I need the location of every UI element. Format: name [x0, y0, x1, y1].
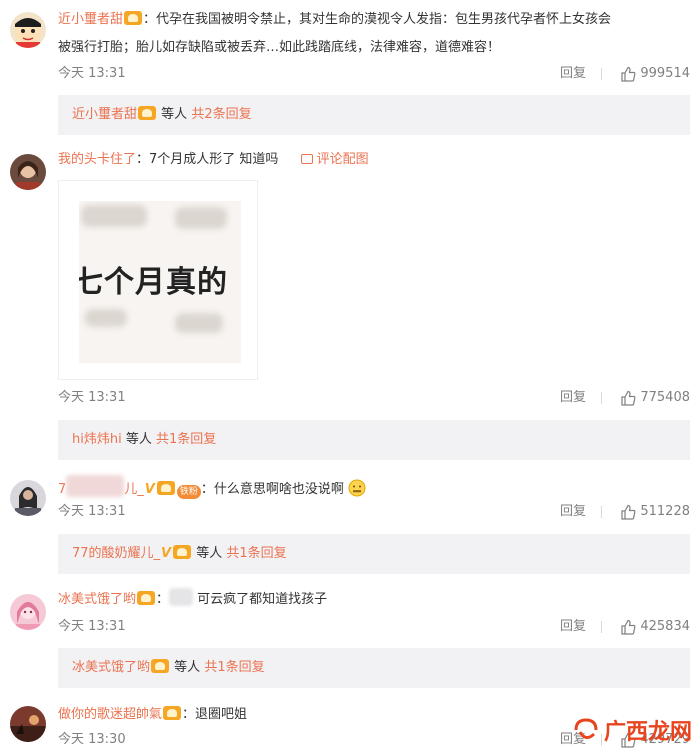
blurred-username: [66, 475, 125, 497]
comment-text: 冰美式饿了哟： 可云疯了都知道找孩子: [58, 588, 686, 612]
comment-text: 近小璽者甜 ：代孕在我国被明令禁止，其对生命的漠视令人发指：包生男孩代孕者怀上女孩…: [58, 11, 612, 27]
divider: [601, 68, 602, 80]
comment-meta: 今天 13:31 回复 511228: [58, 502, 690, 522]
timestamp: 今天 13:31: [58, 504, 126, 519]
comment-username[interactable]: 我的头卡住了: [58, 152, 136, 167]
blurred-text: [175, 207, 227, 229]
v-verified-icon: V: [144, 482, 155, 497]
timestamp: 今天 13:30: [58, 732, 126, 747]
comment-image-link[interactable]: 评论配图: [300, 152, 369, 167]
thumb-up-icon: [621, 66, 636, 82]
comment-username[interactable]: 做你的歌迷超帥氣: [58, 707, 162, 722]
thumb-up-icon: [621, 504, 636, 520]
vip-crown-icon: [124, 11, 143, 25]
reply-summary[interactable]: 近小璽者甜 等人 共2条回复: [58, 95, 690, 135]
avatar[interactable]: [10, 154, 46, 190]
vip-crown-icon: [137, 591, 156, 605]
watermark-text: 广西龙网: [603, 720, 692, 745]
timestamp: 今天 13:31: [58, 390, 126, 405]
like-count: 775408: [640, 390, 690, 405]
fan-badge: 铁粉: [176, 485, 201, 499]
like-button[interactable]: 425834: [620, 617, 690, 637]
like-button[interactable]: 775408: [620, 388, 690, 408]
comment-meta: 今天 13:31 回复 775408: [58, 388, 690, 408]
reply-summary[interactable]: 77的酸奶耀儿_V 等人 共1条回复: [58, 534, 690, 574]
comment-username[interactable]: 冰美式饿了哟: [58, 592, 136, 607]
vip-crown-icon: [138, 106, 157, 120]
comment-text-cont: 被强行打胎；胎儿如存缺陷或被丢弃…如此践踏底线，法律难容，道德难容！: [58, 40, 501, 55]
comment-username[interactable]: 7 儿_: [58, 475, 144, 497]
reply-button[interactable]: 回复: [560, 64, 586, 84]
avatar[interactable]: [10, 480, 46, 516]
reply-button[interactable]: 回复: [560, 388, 586, 408]
watermark-logo-icon: [574, 718, 598, 739]
comment-meta: 今天 13:31 回复 425834: [58, 617, 690, 637]
comment-image-content: 七个月真的: [79, 201, 241, 363]
like-count: 511228: [640, 504, 690, 519]
reply-button[interactable]: 回复: [560, 617, 586, 637]
comment-text: 7 儿_V 铁粉 ：什么意思啊啥也没说啊: [58, 475, 686, 502]
site-watermark: 广西龙网: [572, 714, 692, 746]
blurred-text: [81, 205, 147, 227]
blurred-emoji: [169, 588, 194, 606]
like-button[interactable]: 511228: [620, 502, 690, 522]
comment-username[interactable]: 近小璽者甜: [58, 12, 123, 27]
like-button[interactable]: 999514: [620, 64, 690, 84]
thumb-up-icon: [621, 390, 636, 406]
blurred-text: [175, 313, 223, 333]
like-count: 999514: [640, 66, 690, 81]
vip-crown-icon: [156, 481, 175, 495]
comment-text: 我的头卡住了：7个月成人形了 知道吗 评论配图: [58, 152, 369, 167]
blurred-text: [85, 309, 127, 327]
comment-image[interactable]: 七个月真的: [58, 180, 258, 380]
avatar[interactable]: [10, 594, 46, 630]
avatar[interactable]: [10, 12, 46, 48]
divider: [601, 392, 602, 404]
vip-crown-icon: [151, 659, 170, 673]
vip-crown-icon: [163, 706, 182, 720]
reply-summary[interactable]: 冰美式饿了哟 等人 共1条回复: [58, 648, 690, 688]
comment-meta: 今天 13:31 回复 999514: [58, 64, 690, 84]
image-text: 七个月真的: [79, 265, 228, 300]
like-count: 425834: [640, 619, 690, 634]
reply-summary[interactable]: hi炜炜hi 等人 共1条回复: [58, 420, 690, 460]
avatar[interactable]: [10, 706, 46, 742]
reply-button[interactable]: 回复: [560, 502, 586, 522]
awkward-face-emoji-icon: [348, 479, 366, 497]
divider: [601, 621, 602, 633]
timestamp: 今天 13:31: [58, 66, 126, 81]
vip-crown-icon: [173, 545, 192, 559]
timestamp: 今天 13:31: [58, 619, 126, 634]
divider: [601, 506, 602, 518]
thumb-up-icon: [621, 619, 636, 635]
v-verified-icon: V: [161, 546, 172, 561]
image-icon: [300, 154, 313, 164]
